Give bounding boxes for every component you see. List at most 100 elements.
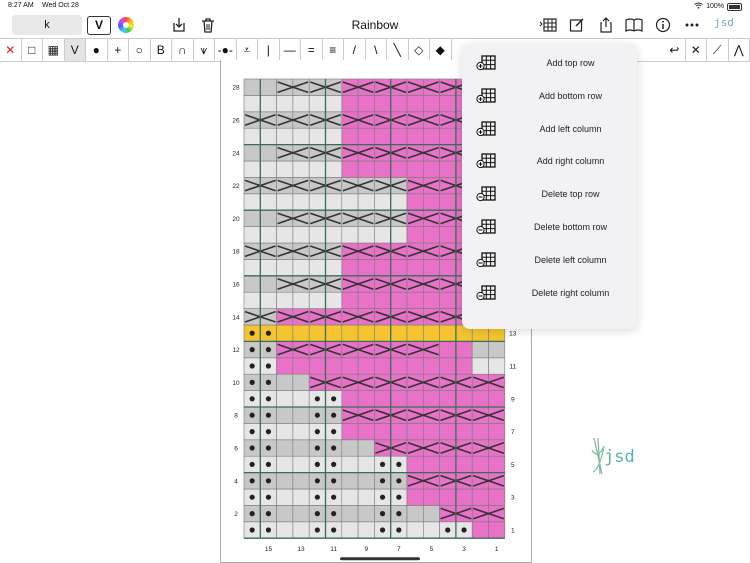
chart-cell[interactable] xyxy=(342,358,358,374)
chart-cell[interactable] xyxy=(326,161,342,177)
purl-dot-tool[interactable]: -●- xyxy=(215,39,237,61)
chart-cell[interactable] xyxy=(440,161,456,177)
chart-cell[interactable] xyxy=(358,391,374,407)
chart-cell[interactable] xyxy=(277,440,293,456)
chart-cell[interactable] xyxy=(407,292,423,308)
chart-cell[interactable] xyxy=(342,259,358,275)
chart-cell[interactable] xyxy=(293,161,309,177)
vertical-line-tool[interactable]: | xyxy=(258,39,280,61)
chart-cell[interactable] xyxy=(374,128,390,144)
chart-cell[interactable] xyxy=(423,456,439,472)
chart-cell[interactable] xyxy=(423,505,439,521)
chart-cell[interactable] xyxy=(440,489,456,505)
chart-cell[interactable] xyxy=(260,276,276,292)
chart-cell[interactable] xyxy=(293,407,309,423)
chart-cell[interactable] xyxy=(374,194,390,210)
chart-cell[interactable] xyxy=(423,128,439,144)
chart-cell[interactable] xyxy=(472,456,488,472)
chart-cell[interactable] xyxy=(326,227,342,243)
chart-cell[interactable] xyxy=(342,423,358,439)
chart-cell[interactable] xyxy=(244,210,260,226)
chart-cell[interactable] xyxy=(293,292,309,308)
chart-cell[interactable] xyxy=(244,79,260,95)
scroll-indicator[interactable] xyxy=(340,557,420,560)
chart-cell[interactable] xyxy=(342,292,358,308)
menu-item-add-left-column[interactable]: Add left column xyxy=(462,114,637,144)
chart-cell[interactable] xyxy=(440,325,456,341)
chart-cell[interactable] xyxy=(358,292,374,308)
chart-cell[interactable] xyxy=(407,456,423,472)
long-slant-tool[interactable]: ⟋ xyxy=(707,39,729,61)
chart-cell[interactable] xyxy=(407,95,423,111)
chart-cell[interactable] xyxy=(277,259,293,275)
chart-cell[interactable] xyxy=(423,358,439,374)
chart-cell[interactable] xyxy=(309,128,325,144)
chart-cell[interactable] xyxy=(489,522,505,538)
chart-cell[interactable] xyxy=(277,407,293,423)
yarn-over-tool[interactable]: ○ xyxy=(129,39,151,61)
chart-cell[interactable] xyxy=(391,95,407,111)
chart-cell[interactable] xyxy=(293,505,309,521)
chart-cell[interactable] xyxy=(342,161,358,177)
chart-cell[interactable] xyxy=(440,194,456,210)
chart-cell[interactable] xyxy=(293,358,309,374)
chart-cell[interactable] xyxy=(244,145,260,161)
knit-tool[interactable]: □ xyxy=(22,39,44,61)
chart-cell[interactable] xyxy=(277,194,293,210)
chart-cell[interactable] xyxy=(358,489,374,505)
chart-cell[interactable] xyxy=(260,161,276,177)
chart-cell[interactable] xyxy=(358,522,374,538)
chart-cell[interactable] xyxy=(293,440,309,456)
chart-cell[interactable] xyxy=(342,128,358,144)
chart-cell[interactable] xyxy=(309,227,325,243)
chart-cell[interactable] xyxy=(407,227,423,243)
left-slant-tool[interactable]: \ xyxy=(366,39,388,61)
chart-cell[interactable] xyxy=(277,358,293,374)
chart-cell[interactable] xyxy=(358,194,374,210)
chart-cell[interactable] xyxy=(293,456,309,472)
chart-cell[interactable] xyxy=(277,391,293,407)
chart-cell[interactable] xyxy=(260,79,276,95)
chart-cell[interactable] xyxy=(260,292,276,308)
chart-cell[interactable] xyxy=(391,128,407,144)
chart-cell[interactable] xyxy=(358,227,374,243)
chart-cell[interactable] xyxy=(472,341,488,357)
chart-cell[interactable] xyxy=(358,473,374,489)
chart-cell[interactable] xyxy=(326,95,342,111)
turn-tool[interactable]: ↩ xyxy=(664,39,686,61)
chart-cell[interactable] xyxy=(374,95,390,111)
chart-cell[interactable] xyxy=(277,522,293,538)
chart-cell[interactable] xyxy=(423,391,439,407)
chart-cell[interactable] xyxy=(277,456,293,472)
chart-cell[interactable] xyxy=(342,473,358,489)
chart-cell[interactable] xyxy=(358,259,374,275)
chart-cell[interactable] xyxy=(326,259,342,275)
chart-cell[interactable] xyxy=(342,194,358,210)
menu-item-delete-bottom-row[interactable]: Delete bottom row xyxy=(462,212,637,242)
menu-item-add-right-column[interactable]: Add right column xyxy=(462,146,637,176)
chart-cell[interactable] xyxy=(358,325,374,341)
chart-cell[interactable] xyxy=(423,194,439,210)
chart-cell[interactable] xyxy=(309,95,325,111)
chart-cell[interactable] xyxy=(440,341,456,357)
chart-cell[interactable] xyxy=(326,128,342,144)
chart-cell[interactable] xyxy=(407,358,423,374)
chart-cell[interactable] xyxy=(391,259,407,275)
chart-cell[interactable] xyxy=(423,292,439,308)
chart-cell[interactable] xyxy=(260,210,276,226)
menu-item-delete-top-row[interactable]: Delete top row xyxy=(462,179,637,209)
chart-cell[interactable] xyxy=(342,440,358,456)
edit-icon[interactable] xyxy=(568,16,586,34)
chart-cell[interactable] xyxy=(293,325,309,341)
plus-tool[interactable]: + xyxy=(108,39,130,61)
chart-cell[interactable] xyxy=(391,391,407,407)
chart-cell[interactable] xyxy=(374,161,390,177)
chart-cell[interactable] xyxy=(260,227,276,243)
chart-cell[interactable] xyxy=(489,489,505,505)
chart-cell[interactable] xyxy=(309,292,325,308)
chart-cell[interactable] xyxy=(423,161,439,177)
chart-cell[interactable] xyxy=(244,161,260,177)
more-icon[interactable] xyxy=(683,16,701,34)
chart-cell[interactable] xyxy=(342,391,358,407)
chart-cell[interactable] xyxy=(277,473,293,489)
